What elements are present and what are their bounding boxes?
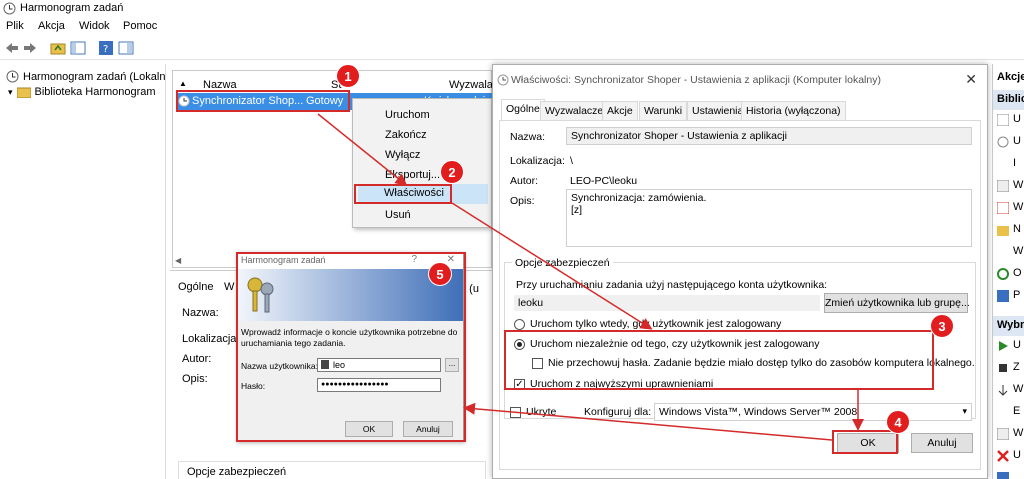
- arrow-2-to-3: [451, 202, 653, 330]
- callout-badge-5: 5: [428, 262, 452, 286]
- arrow-4-to-5: [463, 402, 833, 441]
- callout-badge-2: 2: [440, 160, 464, 184]
- callout-badge-4: 4: [886, 410, 910, 434]
- callout-badge-3: 3: [930, 314, 954, 338]
- highlight-ok-button: [832, 430, 898, 454]
- highlight-properties-item: [354, 184, 452, 204]
- annotation-arrows: [317, 113, 864, 441]
- callout-badge-1: 1: [336, 64, 360, 88]
- highlight-security-options: [504, 330, 934, 390]
- highlight-task-row: [176, 90, 350, 112]
- arrow-1-to-2: [317, 113, 408, 186]
